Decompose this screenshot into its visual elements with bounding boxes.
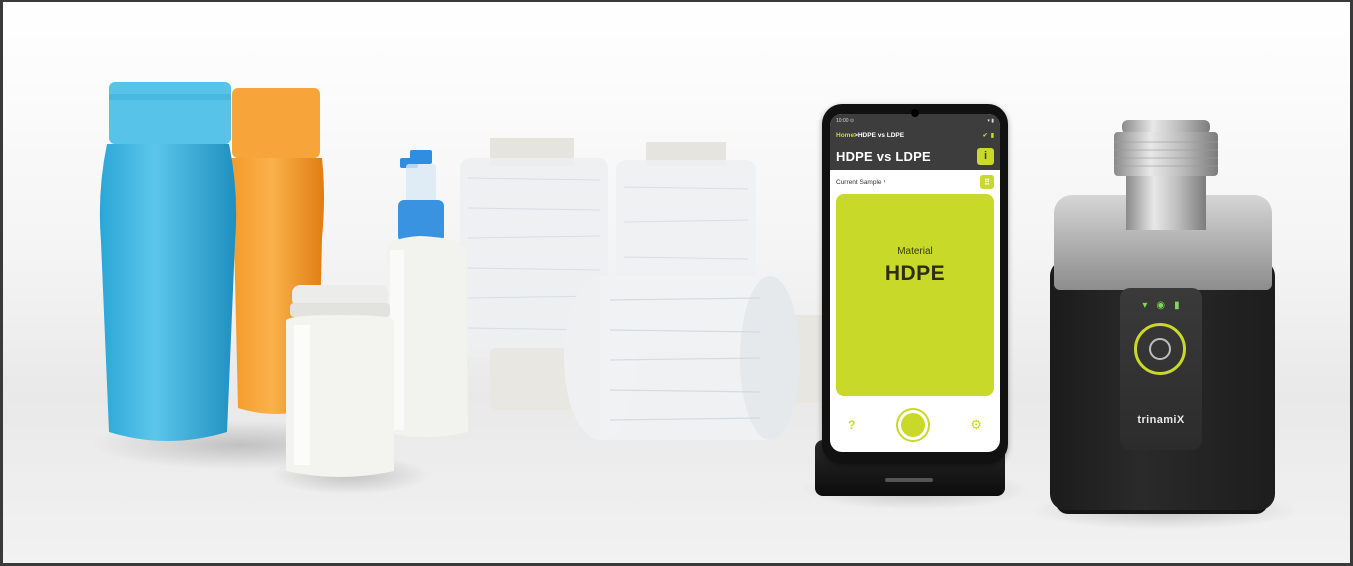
chevron-right-icon: › <box>883 179 886 185</box>
breadcrumb-home[interactable]: Home <box>836 132 854 139</box>
status-icons: ▾ ▮ <box>987 118 994 124</box>
white-jar-icon <box>286 285 394 477</box>
power-button-center <box>1149 338 1171 360</box>
status-led-icon: ◉ <box>1156 300 1166 311</box>
scan-button-core <box>900 413 925 437</box>
film-roll-icon <box>564 276 830 440</box>
result-label: Material <box>897 246 933 257</box>
page-title: HDPE vs LDPE <box>836 148 931 164</box>
power-button[interactable] <box>1134 323 1186 375</box>
info-icon[interactable]: i <box>977 147 994 165</box>
device-control-panel: ▾ ◉ ▮ trinamiX <box>1120 288 1202 450</box>
settings-icon[interactable]: ⚙ <box>970 417 982 433</box>
signal-icon: ✔ <box>982 132 988 139</box>
battery-icon: ▮ <box>990 132 994 139</box>
device-knob <box>1114 120 1218 230</box>
breadcrumb: Home > HDPE vs LDPE ✔ ▮ <box>830 128 1000 142</box>
phone-screen: 10:00 ⊙ ▾ ▮ Home > HDPE vs LDPE ✔ ▮ HDPE … <box>830 114 1000 452</box>
help-icon[interactable]: ? <box>848 418 855 432</box>
current-sample-selector[interactable]: Current Sample › ⠿ <box>836 174 994 190</box>
blue-bottle-icon <box>99 82 237 441</box>
app-header: HDPE vs LDPE i <box>830 142 1000 170</box>
camera-icon <box>911 109 919 117</box>
status-time: 10:00 ⊙ <box>836 118 855 124</box>
breadcrumb-current: HDPE vs LDPE <box>857 131 905 139</box>
brand-logo: trinamiX <box>1137 414 1185 426</box>
result-value: HDPE <box>884 262 946 285</box>
header-status-icons: ✔ ▮ <box>983 132 994 139</box>
product-photo: 10:00 ⊙ ▾ ▮ Home > HDPE vs LDPE ✔ ▮ HDPE … <box>0 0 1353 566</box>
current-sample-label: Current Sample <box>836 178 882 186</box>
battery-led-icon: ▮ <box>1174 300 1180 311</box>
wifi-led-icon: ▾ <box>1142 300 1148 311</box>
grid-icon[interactable]: ⠿ <box>980 175 994 189</box>
led-indicators: ▾ ◉ ▮ <box>1120 300 1202 311</box>
smartphone-icon: 10:00 ⊙ ▾ ▮ Home > HDPE vs LDPE ✔ ▮ HDPE … <box>822 104 1008 464</box>
dock-slot <box>885 478 933 482</box>
result-card: Material HDPE <box>836 194 994 396</box>
scan-button[interactable] <box>895 408 930 442</box>
bottom-bar: ? ⚙ <box>830 398 1000 452</box>
spectrometer-icon: ▾ ◉ ▮ trinamiX <box>1050 120 1280 515</box>
